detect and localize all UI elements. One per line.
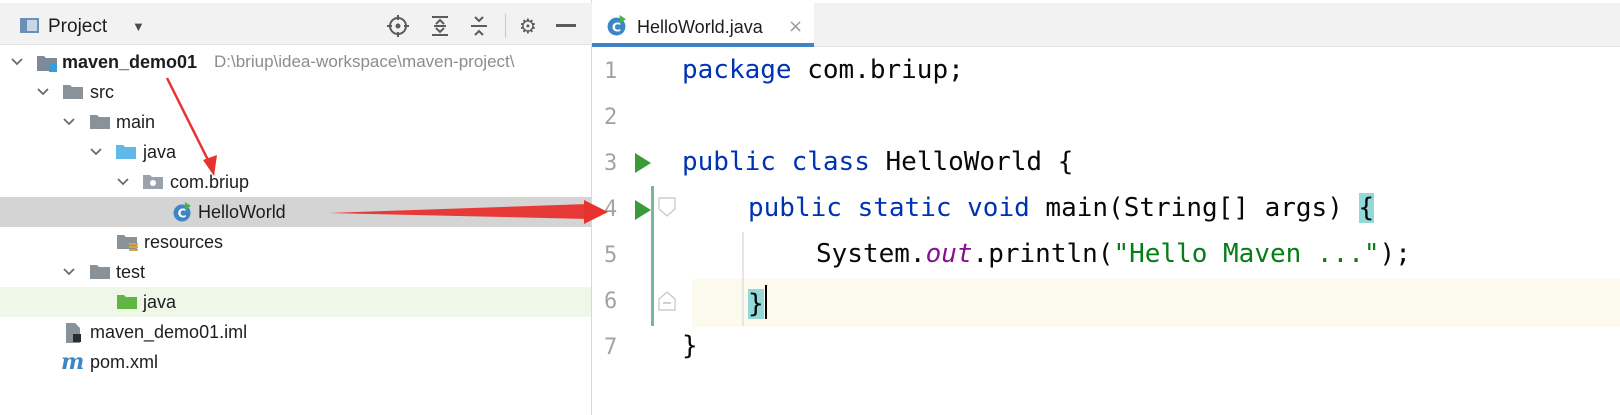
project-panel-title[interactable]: Project [48, 16, 107, 38]
tree-item-label: maven_demo01.iml [90, 321, 248, 342]
resources-folder-icon [116, 234, 138, 251]
tree-item-label: maven_demo01 [62, 51, 198, 72]
keyword: void [967, 193, 1030, 223]
code-line-3: public class HelloWorld { [682, 147, 1073, 177]
collapse-all-icon[interactable] [466, 13, 492, 39]
test-source-folder-icon [116, 294, 138, 310]
code-text: .println( [972, 239, 1114, 269]
editor-tab-bar: C HelloWorld.java × [592, 3, 1620, 47]
tree-item-module[interactable]: maven_demo01 D:\briup\idea-workspace\mav… [0, 47, 591, 77]
tree-item-iml-file[interactable]: maven_demo01.iml [0, 317, 591, 347]
vcs-change-marker [651, 186, 654, 326]
package-icon [142, 174, 164, 190]
module-folder-icon [36, 54, 58, 72]
tree-item-label: com.briup [170, 171, 250, 192]
line-number: 5 [604, 243, 618, 268]
tree-item-main[interactable]: main [0, 107, 591, 137]
module-path: D:\briup\idea-workspace\maven-project\ [214, 52, 515, 71]
run-class-icon[interactable] [633, 151, 655, 175]
static-field: out [925, 239, 973, 269]
minimize-icon[interactable] [553, 13, 579, 39]
tree-item-label: main [116, 111, 156, 132]
project-window-icon [20, 18, 39, 33]
code-text: HelloWorld { [869, 147, 1074, 177]
editor-gutter: 1 2 3 4 5 6 7 [592, 47, 692, 415]
code-line-1: package com.briup; [682, 55, 964, 85]
matched-brace: { [1358, 193, 1375, 223]
tree-item-helloworld[interactable]: C HelloWorld [0, 197, 591, 227]
tree-item-pom[interactable]: m pom.xml [0, 347, 591, 377]
tree-item-label: java [143, 291, 177, 312]
line-number: 6 [604, 289, 618, 314]
tree-item-label: test [116, 261, 146, 282]
keyword: class [791, 147, 870, 177]
iml-file-icon [64, 322, 84, 347]
fold-close-icon[interactable] [658, 291, 676, 311]
expand-all-icon[interactable] [427, 13, 453, 39]
tree-item-label: pom.xml [90, 351, 159, 372]
tree-item-package[interactable]: com.briup [0, 167, 591, 197]
matched-brace: } [748, 289, 764, 319]
project-tool-window: Project ▼ ⚙ maven_demo01 D:\briup\idea-w… [0, 0, 592, 415]
close-icon[interactable]: × [788, 16, 803, 37]
line-number: 7 [604, 335, 618, 360]
source-folder-icon [115, 144, 137, 160]
folder-icon [89, 114, 111, 130]
maven-icon: m [61, 349, 85, 375]
code-text: } [682, 331, 698, 361]
line-number: 4 [604, 197, 618, 222]
chevron-down-icon[interactable] [10, 55, 24, 69]
tree-item-label: HelloWorld [198, 201, 286, 222]
tree-item-src[interactable]: src [0, 77, 591, 107]
code-text: ); [1379, 239, 1411, 269]
tree-item-label: src [90, 81, 114, 102]
project-panel-header: Project ▼ ⚙ [0, 3, 592, 45]
keyword: static [857, 193, 952, 223]
tab-helloworld-java[interactable]: C HelloWorld.java × [592, 3, 814, 47]
string-literal: "Hello Maven ..." [1113, 239, 1380, 269]
indent-guide [742, 232, 744, 326]
java-class-icon: C [172, 202, 192, 227]
text-caret [764, 285, 767, 319]
java-class-icon: C [606, 15, 627, 36]
tab-label: HelloWorld.java [637, 17, 763, 37]
keyword: package [682, 55, 792, 85]
keyword: public [682, 147, 776, 177]
code-area[interactable]: package com.briup; public class HelloWor… [682, 47, 1620, 415]
keyword: public [748, 193, 842, 223]
code-line-4: public static void main(String[] args) { [748, 193, 1375, 223]
chevron-down-icon[interactable] [62, 115, 76, 129]
tree-item-resources[interactable]: resources [0, 227, 591, 257]
code-line-5: System.out.println("Hello Maven ..."); [816, 239, 1411, 269]
code-editor: C HelloWorld.java × 1 2 3 4 5 6 7 packag… [592, 0, 1620, 415]
folder-icon [62, 84, 84, 100]
code-text: com.briup; [791, 55, 964, 85]
line-number: 3 [604, 151, 618, 176]
code-line-7: } [682, 331, 698, 361]
code-text: main(String[] args) [1029, 193, 1359, 223]
locate-icon[interactable] [385, 13, 411, 39]
tree-item-java-source[interactable]: java [0, 137, 591, 167]
tree-item-test[interactable]: test [0, 257, 591, 287]
folder-icon [89, 264, 111, 280]
chevron-down-icon[interactable] [116, 175, 130, 189]
line-number: 1 [604, 59, 618, 84]
chevron-down-icon[interactable]: ▼ [132, 19, 145, 34]
chevron-down-icon[interactable] [89, 145, 103, 159]
code-text: System. [816, 239, 926, 269]
tree-item-java-test[interactable]: java [0, 287, 591, 317]
tree-item-label: java [143, 141, 177, 162]
fold-open-icon[interactable] [658, 197, 676, 217]
tree-item-label: resources [144, 231, 224, 252]
gear-icon[interactable]: ⚙ [515, 13, 541, 39]
code-line-6: } [748, 285, 767, 319]
line-number: 2 [604, 105, 618, 130]
chevron-down-icon[interactable] [62, 265, 76, 279]
chevron-down-icon[interactable] [36, 85, 50, 99]
toolbar-divider [505, 14, 506, 38]
